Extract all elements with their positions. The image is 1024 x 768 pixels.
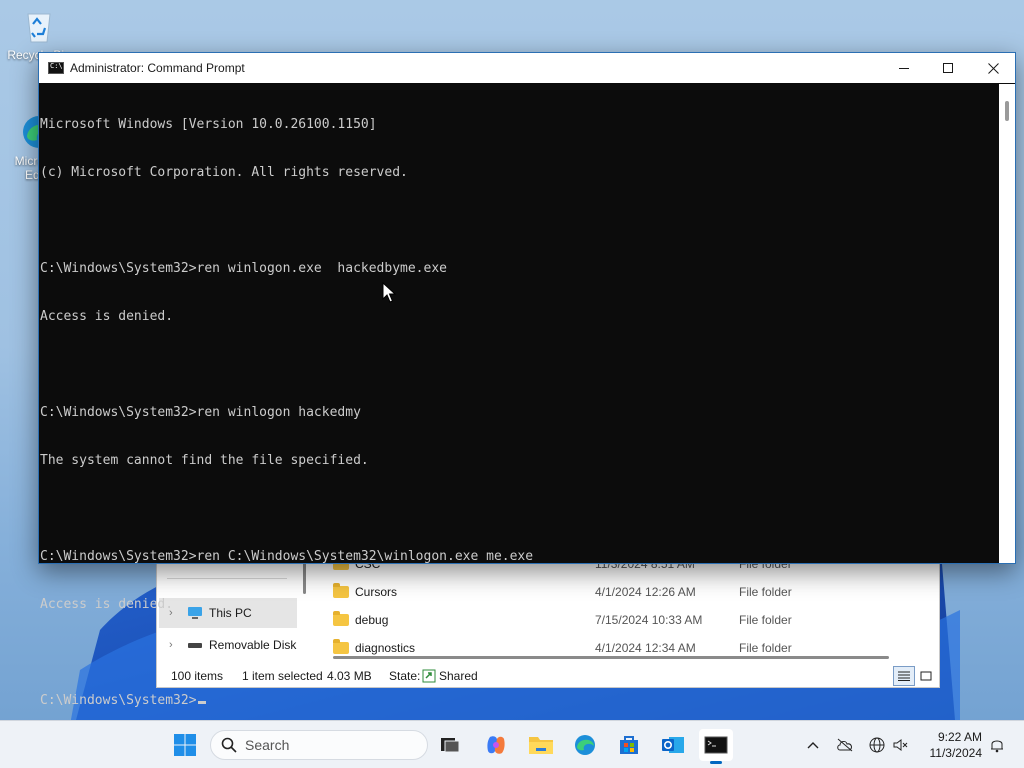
console-line: Access is denied. xyxy=(40,597,174,612)
file-explorer-icon xyxy=(529,737,553,754)
start-button[interactable] xyxy=(168,729,202,761)
window-title: Administrator: Command Prompt xyxy=(70,61,245,75)
command-prompt-window[interactable]: Administrator: Command Prompt Microsoft … xyxy=(38,52,1016,708)
minimize-icon xyxy=(899,68,909,69)
taskbar: Search 9:22 AM 11/3/2024 xyxy=(0,720,1024,768)
show-hidden-icons-button[interactable] xyxy=(803,735,823,755)
console-line: (c) Microsoft Corporation. All rights re… xyxy=(40,165,408,180)
console-line: C:\Windows\System32>ren winlogon hackedm… xyxy=(40,405,361,420)
onedrive-tray-button[interactable] xyxy=(835,735,855,755)
globe-icon xyxy=(869,737,885,753)
title-bar[interactable]: Administrator: Command Prompt xyxy=(39,53,1015,83)
file-explorer-button[interactable] xyxy=(524,729,558,761)
vertical-scrollbar[interactable] xyxy=(999,84,1015,563)
clock-time: 9:22 AM xyxy=(937,730,982,744)
console-output[interactable]: Microsoft Windows [Version 10.0.26100.11… xyxy=(39,84,999,708)
console-line: The system cannot find the file specifie… xyxy=(40,453,369,468)
chevron-up-icon xyxy=(807,742,819,749)
cmd-app-icon xyxy=(48,62,64,74)
recycle-bin-icon xyxy=(27,13,51,43)
maximize-icon xyxy=(943,63,953,73)
outlook-icon xyxy=(662,737,684,753)
notification-bell-icon xyxy=(991,740,1003,753)
text-cursor xyxy=(197,701,206,704)
copilot-icon xyxy=(487,736,505,754)
edge-icon xyxy=(575,735,595,755)
console-prompt: C:\Windows\System32> xyxy=(40,693,197,708)
console-line: Access is denied. xyxy=(40,309,174,324)
taskbar-search[interactable]: Search xyxy=(210,730,428,760)
copilot-button[interactable] xyxy=(479,729,513,761)
console-prompt-line[interactable]: C:\Windows\System32> xyxy=(40,693,999,709)
scrollbar-thumb[interactable] xyxy=(1005,101,1009,121)
console-line: C:\Windows\System32>ren winlogon.exe hac… xyxy=(40,261,447,276)
search-icon xyxy=(221,737,237,753)
console-line: Microsoft Windows [Version 10.0.26100.11… xyxy=(40,117,377,132)
clock[interactable]: 9:22 AM 11/3/2024 xyxy=(930,729,983,761)
maximize-button[interactable] xyxy=(925,53,971,83)
network-tray-button[interactable] xyxy=(867,735,887,755)
task-view-button[interactable] xyxy=(433,729,467,761)
close-icon xyxy=(987,62,999,74)
start-icon xyxy=(174,734,196,756)
command-prompt-taskbar-button[interactable] xyxy=(699,729,733,764)
store-button[interactable] xyxy=(612,729,646,761)
volume-tray-button[interactable] xyxy=(891,735,911,755)
close-button[interactable] xyxy=(970,53,1016,83)
edge-button[interactable] xyxy=(568,729,602,761)
search-placeholder: Search xyxy=(245,737,290,753)
clock-date: 11/3/2024 xyxy=(929,746,983,760)
cloud-off-icon xyxy=(837,738,853,752)
mouse-pointer-icon xyxy=(382,282,396,303)
console-line: C:\Windows\System32>ren C:\Windows\Syste… xyxy=(40,549,534,564)
terminal-icon xyxy=(704,736,728,754)
store-icon xyxy=(620,736,638,754)
outlook-button[interactable] xyxy=(656,729,690,761)
task-view-icon xyxy=(441,738,460,753)
notifications-button[interactable] xyxy=(987,735,1007,755)
minimize-button[interactable] xyxy=(881,53,927,83)
speaker-muted-icon xyxy=(893,739,908,751)
